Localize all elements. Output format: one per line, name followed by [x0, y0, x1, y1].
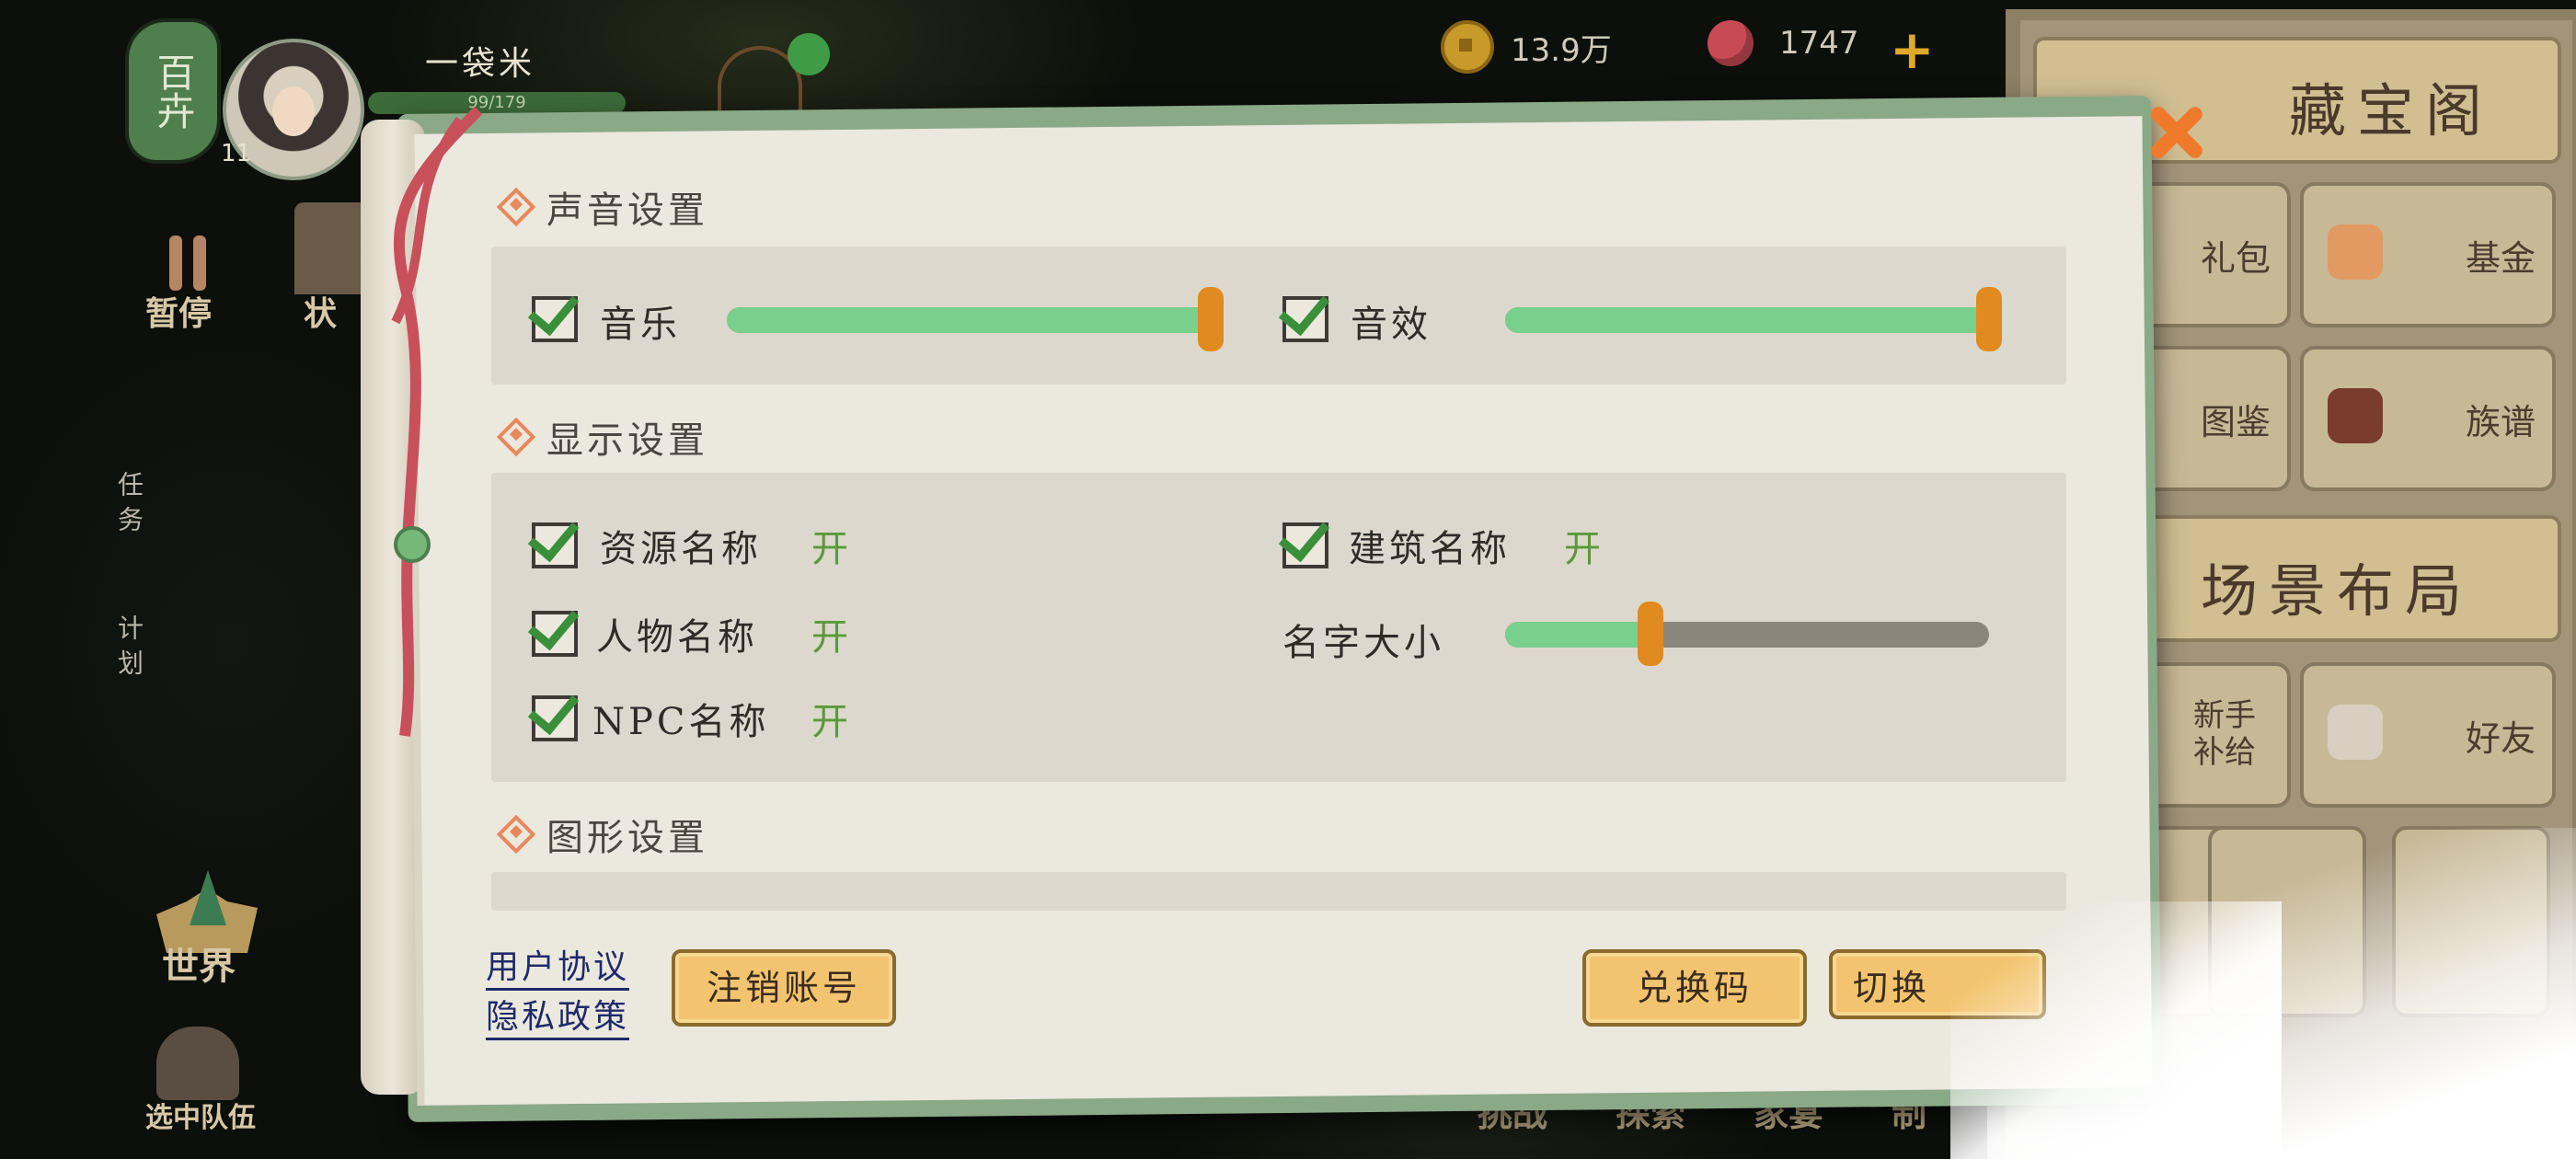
add-gems-icon[interactable]: +	[1890, 18, 1935, 81]
name-size-slider[interactable]	[1505, 602, 1989, 666]
team-label[interactable]: 选中队伍	[145, 1095, 256, 1135]
gift-button[interactable]: 礼包	[2133, 182, 2291, 327]
character-name-state: 开	[811, 616, 848, 659]
display-section-title: 显示设置	[496, 410, 708, 464]
music-slider-handle[interactable]	[1198, 287, 1224, 351]
atlas-button[interactable]: 图鉴	[2133, 346, 2291, 491]
team-icon[interactable]	[156, 1027, 239, 1100]
avatar-face	[272, 86, 315, 136]
music-slider[interactable]	[727, 287, 1224, 351]
name-size-label: 名字大小	[1282, 622, 1444, 664]
diamond-icon	[496, 187, 536, 227]
pause-label[interactable]: 暂停	[145, 287, 212, 335]
genealogy-label: 族谱	[2465, 402, 2536, 442]
book-icon	[2328, 388, 2383, 443]
gem-counter: 1747	[1708, 20, 1859, 66]
privacy-policy-link[interactable]: 隐私政策	[486, 990, 630, 1040]
rope-knob	[394, 526, 431, 563]
character-name-checkbox[interactable]	[532, 611, 578, 657]
status-label[interactable]: 状	[304, 287, 337, 335]
building-name-label: 建筑名称	[1349, 528, 1511, 570]
handshake-icon	[2328, 705, 2383, 760]
graphics-section-title: 图形设置	[496, 808, 708, 861]
sfx-slider-handle[interactable]	[1976, 287, 2002, 351]
resource-name-label: 资源名称	[600, 528, 762, 570]
clan-badge[interactable]: 百卉	[129, 22, 217, 160]
music-slider-fill	[727, 307, 1211, 333]
display-section-label: 显示设置	[546, 419, 708, 462]
resource-name-checkbox[interactable]	[532, 522, 578, 568]
notification-dot	[788, 33, 830, 75]
fund-label: 基金	[2465, 238, 2536, 279]
player-level: 11	[221, 140, 252, 167]
piggy-bank-icon	[2328, 224, 2383, 280]
npc-name-state: 开	[811, 701, 848, 743]
scene-layout-label: 场景布局	[2201, 557, 2474, 625]
newbie-supply-label: 新手补给	[2193, 697, 2256, 771]
sfx-label: 音效	[1351, 304, 1432, 346]
world-label[interactable]: 世界	[162, 936, 236, 990]
npc-name-label: NPC名称	[592, 701, 770, 743]
plan-button[interactable]: 计划	[110, 614, 147, 684]
cancel-account-button[interactable]: 注销账号	[672, 949, 896, 1027]
friends-button[interactable]: 好友	[2300, 662, 2556, 808]
coin-icon	[1441, 20, 1494, 74]
graphics-section-label: 图形设置	[546, 817, 708, 859]
sound-section-label: 声音设置	[546, 189, 708, 232]
scene-layout-button[interactable]: 场景布局	[2134, 515, 2561, 642]
gift-label: 礼包	[2200, 238, 2271, 279]
status-icon[interactable]	[294, 202, 368, 294]
task-button[interactable]: 任务	[110, 471, 147, 541]
atlas-label: 图鉴	[2200, 402, 2271, 442]
player-name: 一袋米	[425, 45, 536, 83]
exp-bar: 99/179	[368, 92, 626, 114]
coin-amount: 13.9万	[1511, 31, 1612, 69]
building-name-checkbox[interactable]	[1282, 522, 1328, 568]
gem-amount: 1747	[1779, 25, 1859, 62]
building-name-state: 开	[1564, 528, 1601, 570]
resource-name-state: 开	[811, 528, 848, 570]
redeem-code-button[interactable]: 兑换码	[1582, 949, 1807, 1027]
graphics-panel	[491, 872, 2066, 911]
gem-icon	[1708, 20, 1754, 66]
coin-counter: 13.9万	[1441, 20, 1612, 74]
music-label: 音乐	[600, 304, 681, 346]
friends-label: 好友	[2465, 718, 2536, 759]
genealogy-button[interactable]: 族谱	[2300, 346, 2556, 491]
name-size-slider-handle[interactable]	[1637, 602, 1663, 666]
corner-shade-2	[1950, 901, 2282, 1159]
character-name-label: 人物名称	[596, 616, 758, 659]
user-agreement-link[interactable]: 用户协议	[486, 940, 630, 991]
diamond-icon	[496, 417, 536, 457]
diamond-icon	[496, 814, 536, 855]
treasure-label: 藏宝阁	[2288, 77, 2493, 144]
name-size-slider-fill	[1505, 622, 1650, 648]
npc-name-checkbox[interactable]	[532, 695, 578, 741]
sfx-checkbox[interactable]	[1282, 296, 1328, 342]
close-icon[interactable]	[2138, 96, 2212, 169]
sfx-slider[interactable]	[1505, 287, 2002, 351]
fund-button[interactable]: 基金	[2300, 182, 2556, 327]
sound-section-title: 声音设置	[496, 180, 708, 234]
sfx-slider-fill	[1505, 307, 1989, 333]
music-checkbox[interactable]	[532, 296, 578, 342]
